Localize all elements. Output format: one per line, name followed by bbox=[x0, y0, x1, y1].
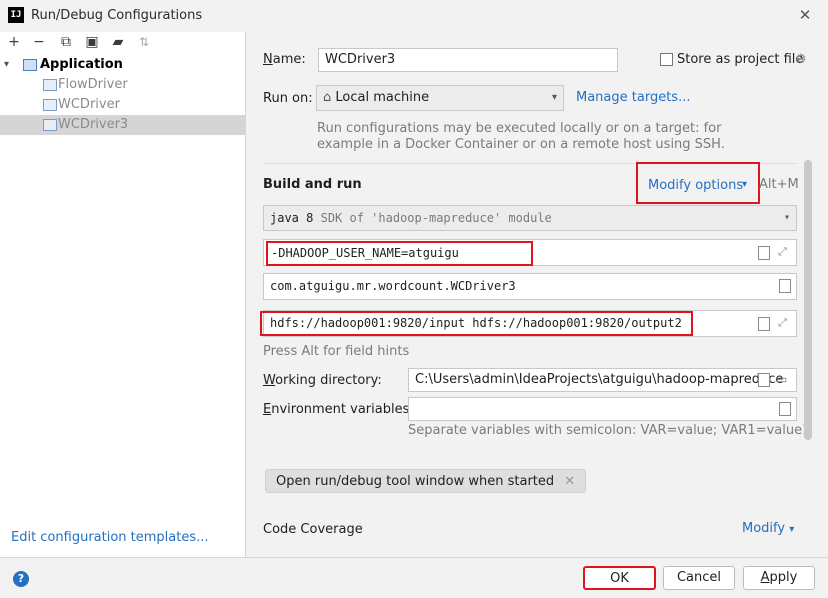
environment-variables-hint: Separate variables with semicolon: VAR=v… bbox=[408, 423, 811, 438]
save-icon[interactable]: ▣ bbox=[83, 34, 101, 50]
jdk-select[interactable]: java 8 SDK of 'hadoop-mapreduce' module … bbox=[263, 205, 797, 231]
sort-icon[interactable]: ⇅ bbox=[135, 34, 153, 50]
jdk-hint: SDK of 'hadoop-mapreduce' module bbox=[320, 211, 552, 225]
environment-variables-input[interactable] bbox=[408, 397, 797, 421]
program-arguments-value: hdfs://hadoop001:9820/input hdfs://hadoo… bbox=[260, 311, 693, 336]
add-icon[interactable]: + bbox=[5, 34, 23, 50]
chevron-down-icon: ▾ bbox=[551, 92, 557, 103]
apply-button[interactable]: Apply bbox=[743, 566, 815, 590]
config-icon bbox=[43, 79, 57, 91]
intellij-logo-icon: IJ bbox=[8, 7, 24, 23]
help-icon[interactable]: ? bbox=[13, 571, 29, 587]
store-as-project-label: Store as project file bbox=[677, 52, 804, 67]
manage-targets-link[interactable]: Manage targets... bbox=[576, 90, 690, 105]
tree-item-wcdriver[interactable]: WCDriver bbox=[0, 95, 245, 115]
remove-icon[interactable]: − bbox=[30, 34, 48, 50]
name-input[interactable]: WCDriver3 bbox=[318, 48, 618, 72]
field-hint: Press Alt for field hints bbox=[263, 344, 410, 359]
run-on-hint-line2: example in a Docker Container or on a re… bbox=[317, 137, 725, 152]
ok-button[interactable]: OK bbox=[583, 566, 656, 590]
chevron-down-icon[interactable]: ▾ bbox=[4, 55, 16, 75]
chip-label: Open run/debug tool window when started bbox=[276, 474, 555, 489]
run-on-hint-line1: Run configurations may be executed local… bbox=[317, 121, 722, 136]
window-title: Run/Debug Configurations bbox=[31, 8, 203, 23]
run-on-label: Run on: bbox=[263, 91, 313, 106]
close-icon[interactable]: ✕ bbox=[796, 6, 814, 24]
gear-icon[interactable]: ⚙ bbox=[795, 52, 807, 67]
run-on-select[interactable]: ⌂ Local machine ▾ bbox=[316, 85, 564, 111]
modify-coverage-link[interactable]: Modify ▾ bbox=[742, 521, 794, 536]
home-icon: ⌂ bbox=[323, 90, 332, 105]
config-icon bbox=[43, 119, 57, 131]
name-label: Name: bbox=[263, 52, 306, 67]
store-as-project-checkbox[interactable] bbox=[660, 53, 673, 66]
tree-item-label: WCDriver3 bbox=[58, 117, 129, 132]
open-tool-window-chip[interactable]: Open run/debug tool window when started … bbox=[265, 469, 587, 493]
run-on-value: Local machine bbox=[335, 90, 430, 105]
jdk-value: java 8 bbox=[270, 211, 314, 225]
build-and-run-heading: Build and run bbox=[263, 177, 362, 192]
document-icon[interactable] bbox=[779, 402, 791, 416]
chevron-down-icon: ▾ bbox=[742, 179, 748, 190]
close-icon[interactable]: ✕ bbox=[564, 474, 575, 489]
application-icon bbox=[23, 59, 37, 71]
tree-item-wcdriver3[interactable]: WCDriver3 bbox=[0, 115, 245, 135]
expand-icon[interactable]: ⤢ bbox=[778, 245, 787, 259]
tree-node-label: Application bbox=[40, 57, 123, 72]
working-directory-input[interactable]: C:\Users\admin\IdeaProjects\atguigu\hado… bbox=[408, 368, 797, 392]
tree-item-label: WCDriver bbox=[58, 97, 120, 112]
environment-variables-label: Environment variables: bbox=[263, 402, 414, 417]
vm-options-value: -DHADOOP_USER_NAME=atguigu bbox=[266, 241, 533, 266]
document-icon[interactable] bbox=[758, 373, 770, 387]
document-icon[interactable] bbox=[758, 246, 770, 260]
chevron-down-icon: ▾ bbox=[783, 212, 790, 223]
document-icon[interactable] bbox=[779, 279, 791, 293]
working-directory-label: Working directory: bbox=[263, 373, 382, 388]
modify-options-button[interactable]: Modify options ▾ bbox=[636, 162, 760, 204]
chevron-down-icon: ▾ bbox=[789, 524, 795, 535]
scrollbar[interactable] bbox=[804, 160, 812, 440]
modify-options-shortcut: Alt+M bbox=[759, 177, 799, 192]
tree-item-label: FlowDriver bbox=[58, 77, 128, 92]
modify-link-label: Modify bbox=[742, 521, 786, 536]
document-icon[interactable] bbox=[758, 317, 770, 331]
folder-icon[interactable]: ▰ bbox=[109, 34, 127, 50]
folder-icon[interactable]: ▭ bbox=[776, 372, 787, 386]
expand-icon[interactable]: ⤢ bbox=[778, 316, 787, 330]
copy-icon[interactable]: ⧉ bbox=[57, 34, 75, 50]
cancel-button[interactable]: Cancel bbox=[663, 566, 735, 590]
apply-label-rest: pply bbox=[769, 570, 798, 585]
tree-node-application[interactable]: ▾ Application bbox=[0, 55, 245, 75]
tree-item-flowdriver[interactable]: FlowDriver bbox=[0, 75, 245, 95]
config-icon bbox=[43, 99, 57, 111]
code-coverage-heading: Code Coverage bbox=[263, 522, 363, 537]
main-class-field[interactable]: com.atguigu.mr.wordcount.WCDriver3 bbox=[263, 273, 797, 300]
modify-options-label: Modify options bbox=[648, 178, 744, 193]
edit-templates-link[interactable]: Edit configuration templates... bbox=[11, 530, 209, 545]
